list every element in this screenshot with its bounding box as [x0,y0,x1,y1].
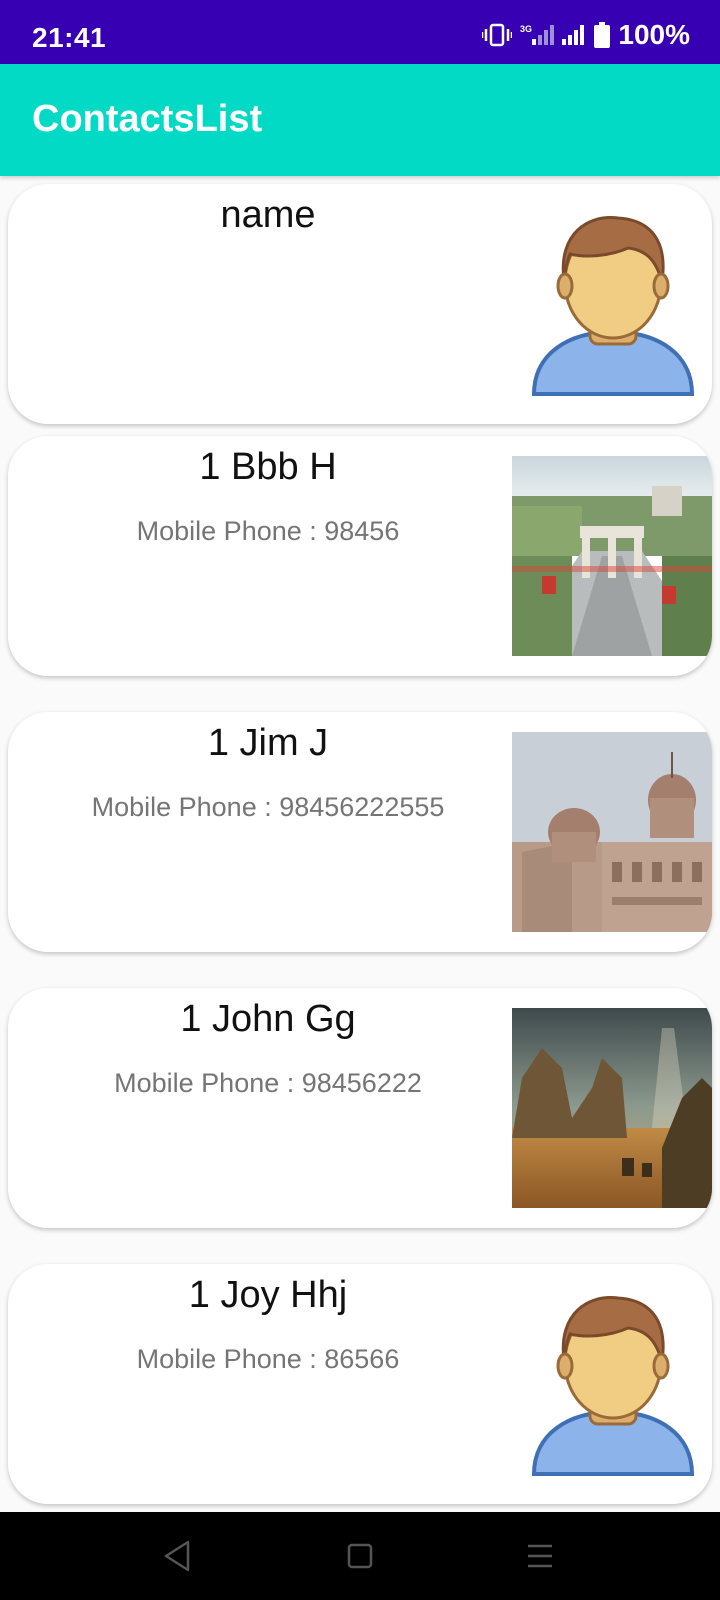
svg-text:3G: 3G [520,24,532,34]
back-icon[interactable] [158,1538,198,1574]
home-icon[interactable] [340,1538,380,1574]
contact-phone: Mobile Phone : 98456222 [114,1068,422,1098]
contact-card[interactable]: name [8,184,712,424]
contact-name: 1 Jim J [207,722,329,764]
menu-icon[interactable] [520,1538,560,1574]
contact-name: 1 Bbb H [199,446,337,488]
contact-name: 1 Joy Hhj [188,1274,348,1316]
contact-card[interactable]: 1 Bbb H Mobile Phone : 98456 [8,436,712,676]
contacts-list[interactable]: name 1 Bbb H Mobile Phone : 98456 1 Jim … [0,176,720,1512]
app-title: ContactsList [32,98,263,140]
contact-name: 1 John Gg [180,998,356,1040]
contact-phone: Mobile Phone : 86566 [136,1344,400,1374]
contact-phone: Mobile Phone : 98456222555 [91,792,445,822]
signal-icon [562,25,585,45]
palace-photo [512,732,712,932]
status-bar: 21:41 3G 100% [0,0,720,64]
contact-card[interactable]: 1 John Gg Mobile Phone : 98456222 [8,988,712,1228]
battery-percent: 100% [618,19,690,50]
signal-3g-icon: 3G [520,24,555,45]
battery-icon [594,22,611,48]
contact-phone: Mobile Phone : 98456 [136,516,400,546]
default-avatar-icon [531,216,695,396]
default-avatar-icon [531,1296,695,1476]
status-icons: 3G 100% [474,19,690,50]
navigation-bar [0,1512,720,1600]
contact-name: name [220,194,316,236]
city-photo [512,456,712,656]
screen: 21:41 3G 100% ContactsList name 1 Bbb H … [0,0,720,1600]
contact-card[interactable]: 1 Joy Hhj Mobile Phone : 86566 [8,1264,712,1504]
app-bar: ContactsList [0,64,720,176]
status-time: 21:41 [32,22,107,53]
vibrate-icon [482,23,513,47]
contact-card[interactable]: 1 Jim J Mobile Phone : 98456222555 [8,712,712,952]
desert-photo [512,1008,712,1208]
